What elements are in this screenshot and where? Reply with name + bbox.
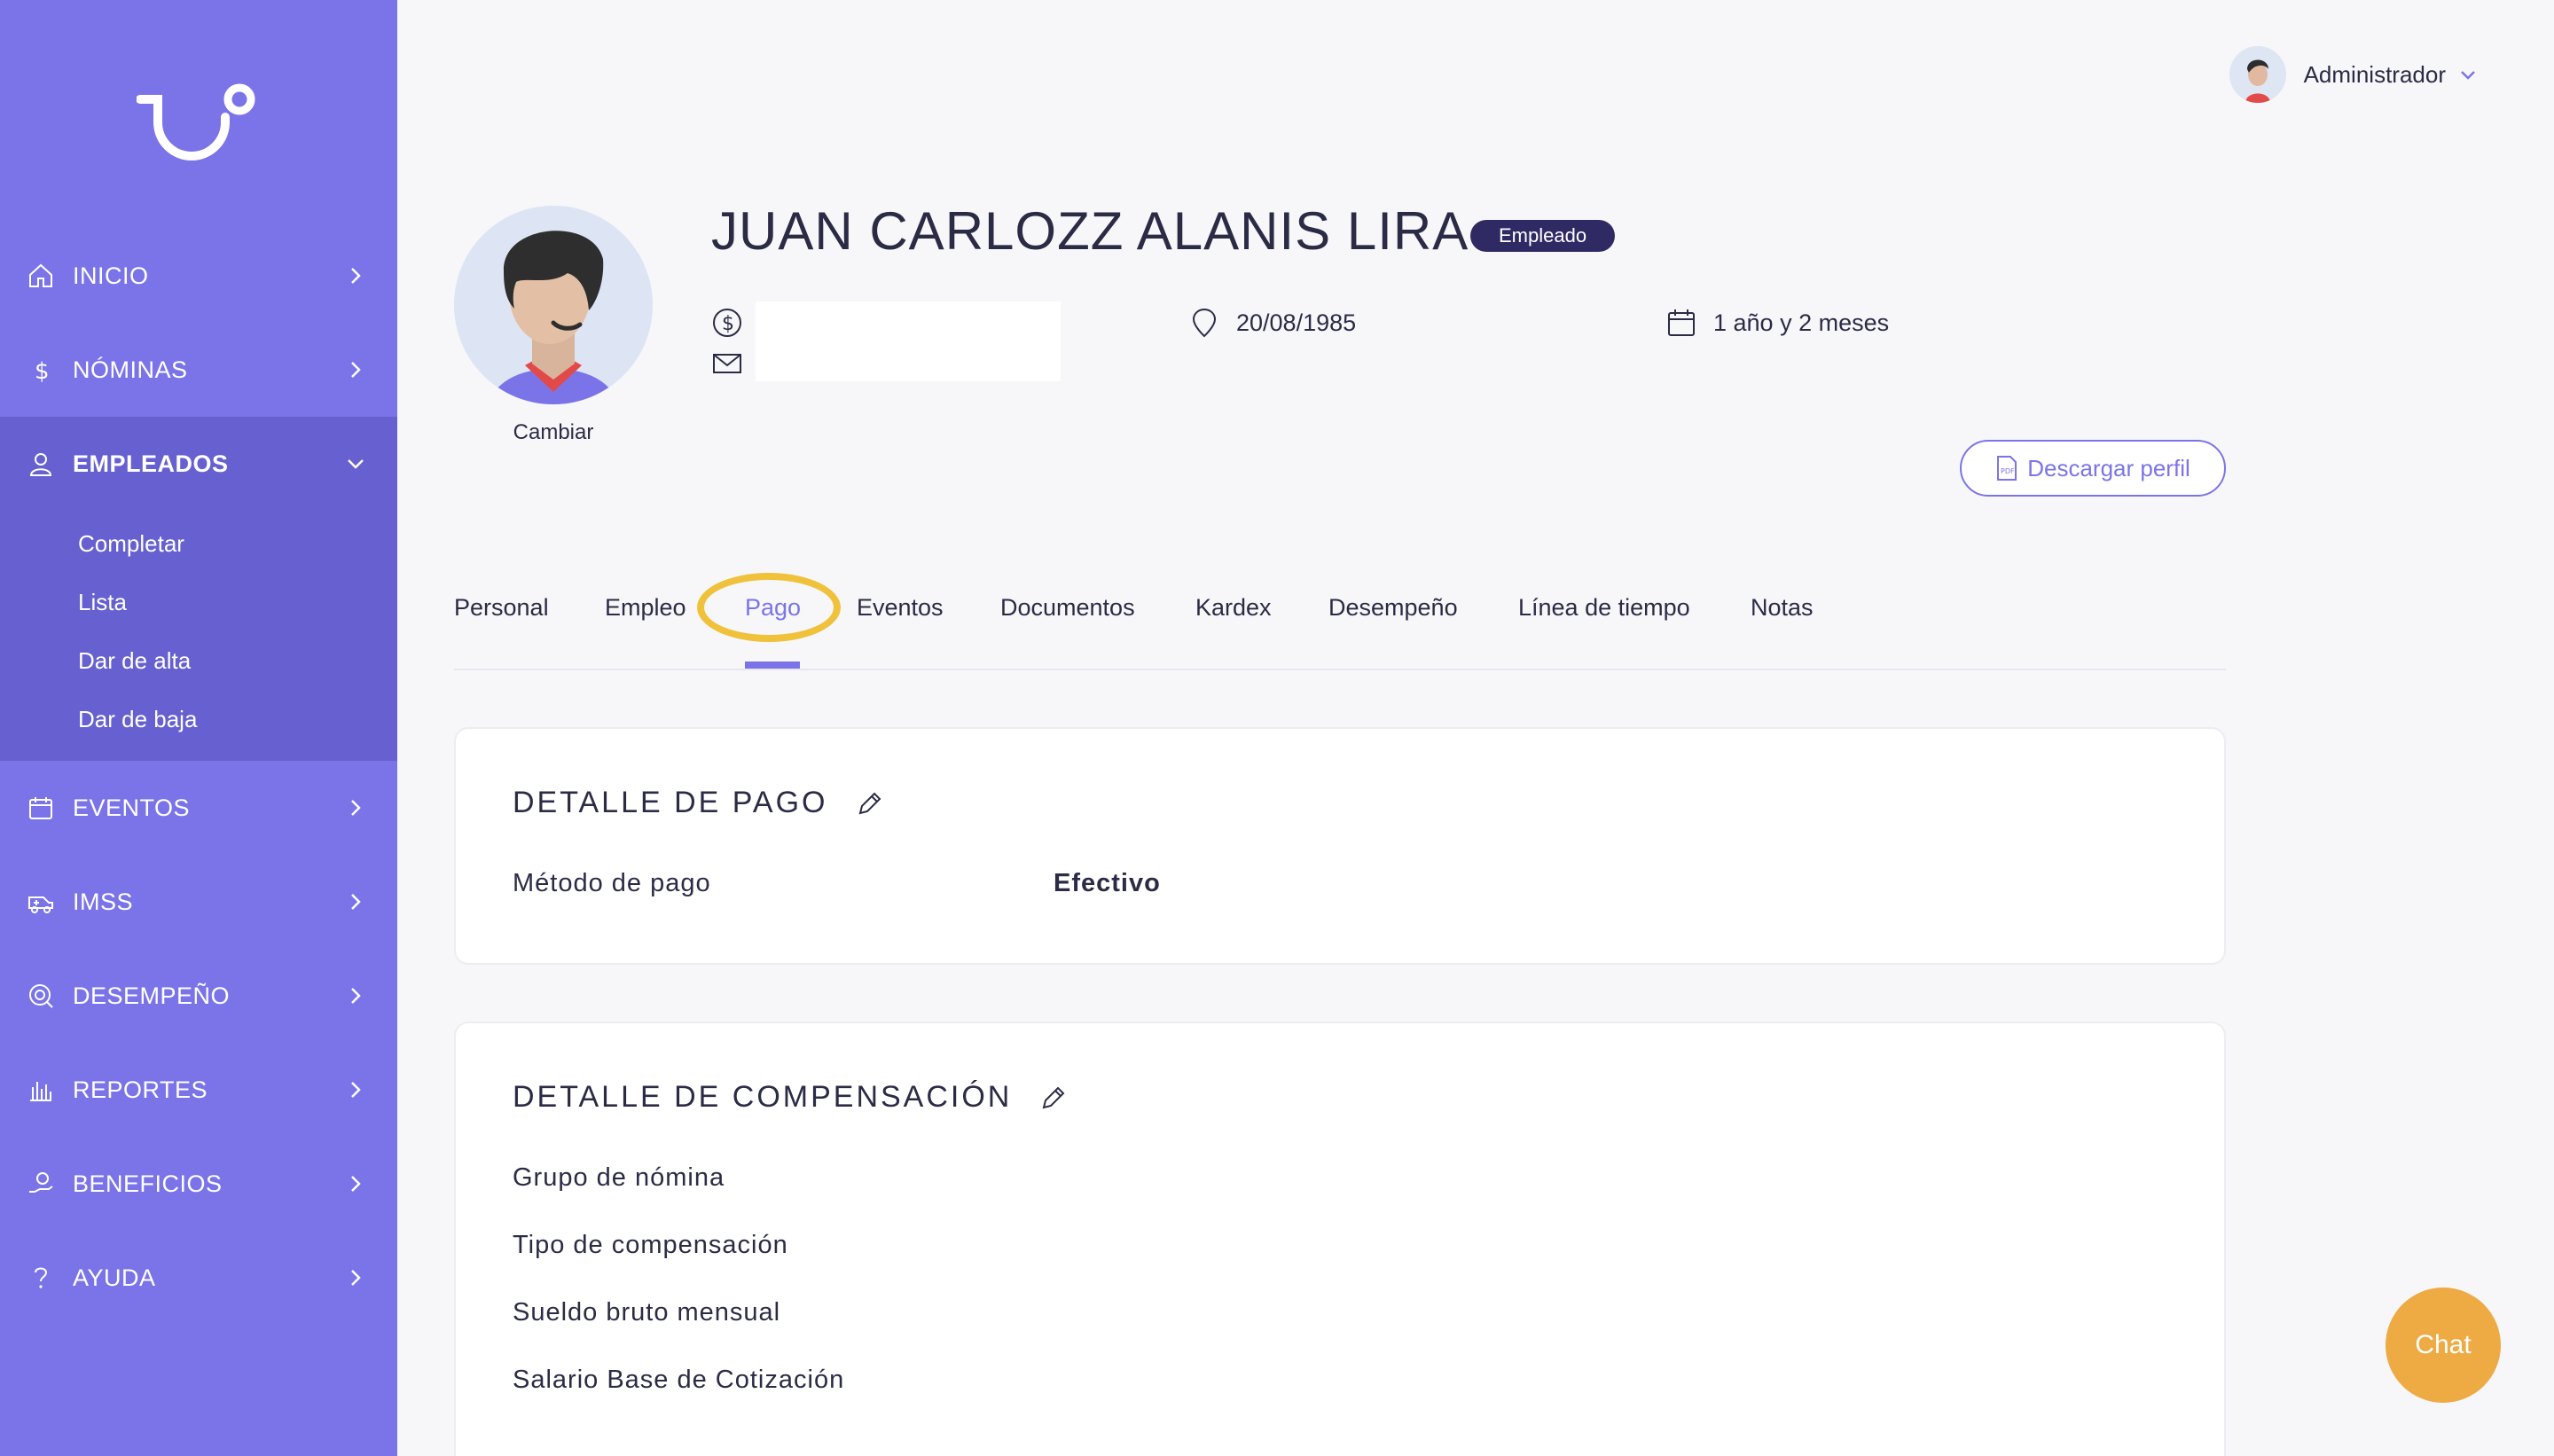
edit-pencil-icon[interactable]: [855, 788, 885, 818]
highlight-annotation: [697, 573, 841, 642]
change-photo-link[interactable]: Cambiar: [454, 420, 653, 445]
base-salary-label: Salario Base de Cotización: [513, 1366, 845, 1394]
calendar-icon: [27, 794, 55, 822]
sidebar-item-label: IMSS: [73, 888, 134, 915]
sidebar-item-label: AYUDA: [73, 1264, 156, 1291]
sidebar-item-label: REPORTES: [73, 1076, 208, 1103]
chevron-right-icon: [351, 894, 361, 910]
dollar-icon: $: [27, 356, 55, 384]
tab-empleo[interactable]: Empleo: [605, 594, 686, 622]
svg-text:$: $: [722, 313, 734, 335]
pdf-icon: PDF: [1997, 456, 2017, 481]
chevron-right-icon: [351, 1270, 361, 1286]
birthdate-row: 20/08/1985: [1188, 307, 1356, 339]
seniority-row: 1 año y 2 meses: [1665, 307, 1889, 339]
chevron-right-icon: [351, 800, 361, 816]
edit-pencil-icon[interactable]: [1038, 1083, 1069, 1113]
chevron-right-icon: [351, 988, 361, 1004]
gross-salary-label: Sueldo bruto mensual: [513, 1298, 781, 1327]
bar-chart-icon: [27, 1076, 55, 1104]
compensation-detail-card: DETALLE DE COMPENSACIÓN Grupo de nómina …: [454, 1022, 2226, 1456]
sidebar: INICIO $ NÓMINAS EMPLEADOS Completar Lis…: [0, 0, 397, 1456]
redacted-contact-info: [756, 301, 1061, 381]
location-pin-icon: [1192, 308, 1217, 338]
employee-name: JUAN CARLOZZ ALANIS LIRA: [711, 201, 1469, 261]
sidebar-item-beneficios[interactable]: BENEFICIOS: [0, 1137, 397, 1231]
submenu-item-lista[interactable]: Lista: [0, 573, 397, 631]
chevron-right-icon: [351, 1176, 361, 1192]
seniority: 1 año y 2 meses: [1713, 309, 1890, 336]
birthdate: 20/08/1985: [1236, 309, 1357, 336]
tab-notas[interactable]: Notas: [1751, 594, 1814, 622]
svg-text:$: $: [35, 358, 50, 383]
chat-button[interactable]: Chat: [2386, 1288, 2501, 1403]
home-icon: [27, 262, 55, 290]
download-profile-label: Descargar perfil: [2027, 454, 2190, 481]
chevron-right-icon: [351, 268, 361, 284]
payment-detail-card: DETALLE DE PAGO Método de pago Efectivo: [454, 727, 2226, 965]
sidebar-item-imss[interactable]: IMSS: [0, 855, 397, 949]
card-title-text: DETALLE DE PAGO: [513, 786, 828, 819]
card-title-text: DETALLE DE COMPENSACIÓN: [513, 1080, 1013, 1114]
payment-detail-title: DETALLE DE PAGO: [513, 786, 885, 820]
performance-icon: [27, 982, 55, 1010]
payroll-group-label: Grupo de nómina: [513, 1163, 725, 1192]
sidebar-item-reportes[interactable]: REPORTES: [0, 1043, 397, 1137]
payment-method-value: Efectivo: [1054, 869, 1161, 897]
sidebar-item-nominas[interactable]: $ NÓMINAS: [0, 323, 397, 417]
sidebar-item-inicio[interactable]: INICIO: [0, 229, 397, 323]
tab-documentos[interactable]: Documentos: [1000, 594, 1135, 622]
help-icon: [27, 1264, 55, 1292]
sidebar-item-ayuda[interactable]: AYUDA: [0, 1231, 397, 1325]
sidebar-item-eventos[interactable]: EVENTOS: [0, 761, 397, 855]
tab-desempeno[interactable]: Desempeño: [1328, 594, 1458, 622]
benefits-icon: [27, 1170, 55, 1198]
calendar-icon: [1668, 309, 1695, 336]
sidebar-item-empleados[interactable]: EMPLEADOS: [0, 417, 397, 511]
sidebar-item-label: DESEMPEÑO: [73, 982, 231, 1009]
chevron-down-icon: [2461, 71, 2475, 80]
user-name: Administrador: [2303, 60, 2446, 88]
compensation-type-label: Tipo de compensación: [513, 1231, 788, 1259]
tab-linea-de-tiempo[interactable]: Línea de tiempo: [1518, 594, 1690, 622]
svg-text:PDF: PDF: [2001, 467, 2015, 475]
salary-row: $: [711, 307, 759, 339]
logo-icon[interactable]: [137, 78, 261, 167]
submenu-item-dar-de-alta[interactable]: Dar de alta: [0, 631, 397, 690]
compensation-detail-title: DETALLE DE COMPENSACIÓN: [513, 1080, 1069, 1115]
tab-kardex[interactable]: Kardex: [1195, 594, 1272, 622]
tab-personal[interactable]: Personal: [454, 594, 549, 622]
submenu-item-completar[interactable]: Completar: [0, 514, 397, 573]
email-row: [711, 348, 759, 380]
status-badge: Empleado: [1470, 220, 1616, 252]
sidebar-nav: INICIO $ NÓMINAS EMPLEADOS Completar Lis…: [0, 229, 397, 1325]
employees-submenu: Completar Lista Dar de alta Dar de baja: [0, 511, 397, 761]
mail-icon: [713, 354, 741, 373]
chevron-right-icon: [351, 1082, 361, 1098]
sidebar-item-desempeno[interactable]: DESEMPEÑO: [0, 949, 397, 1043]
profile-avatar[interactable]: [454, 206, 653, 404]
chevron-right-icon: [351, 362, 361, 378]
user-icon: [27, 450, 55, 478]
payment-method-label: Método de pago: [513, 869, 711, 897]
sidebar-item-label: BENEFICIOS: [73, 1170, 223, 1197]
chevron-down-icon: [348, 459, 364, 469]
download-profile-button[interactable]: PDF Descargar perfil: [1960, 440, 2226, 497]
active-tab-indicator: [745, 661, 800, 669]
tab-eventos[interactable]: Eventos: [857, 594, 944, 622]
ambulance-icon: [27, 888, 55, 916]
dollar-circle-icon: $: [713, 309, 741, 337]
avatar: [2229, 46, 2286, 103]
sidebar-item-label: NÓMINAS: [73, 356, 188, 383]
sidebar-item-label: EVENTOS: [73, 794, 191, 821]
submenu-item-dar-de-baja[interactable]: Dar de baja: [0, 690, 397, 748]
sidebar-item-label: EMPLEADOS: [73, 450, 229, 477]
user-menu[interactable]: Administrador: [2229, 46, 2478, 103]
sidebar-item-label: INICIO: [73, 262, 149, 289]
